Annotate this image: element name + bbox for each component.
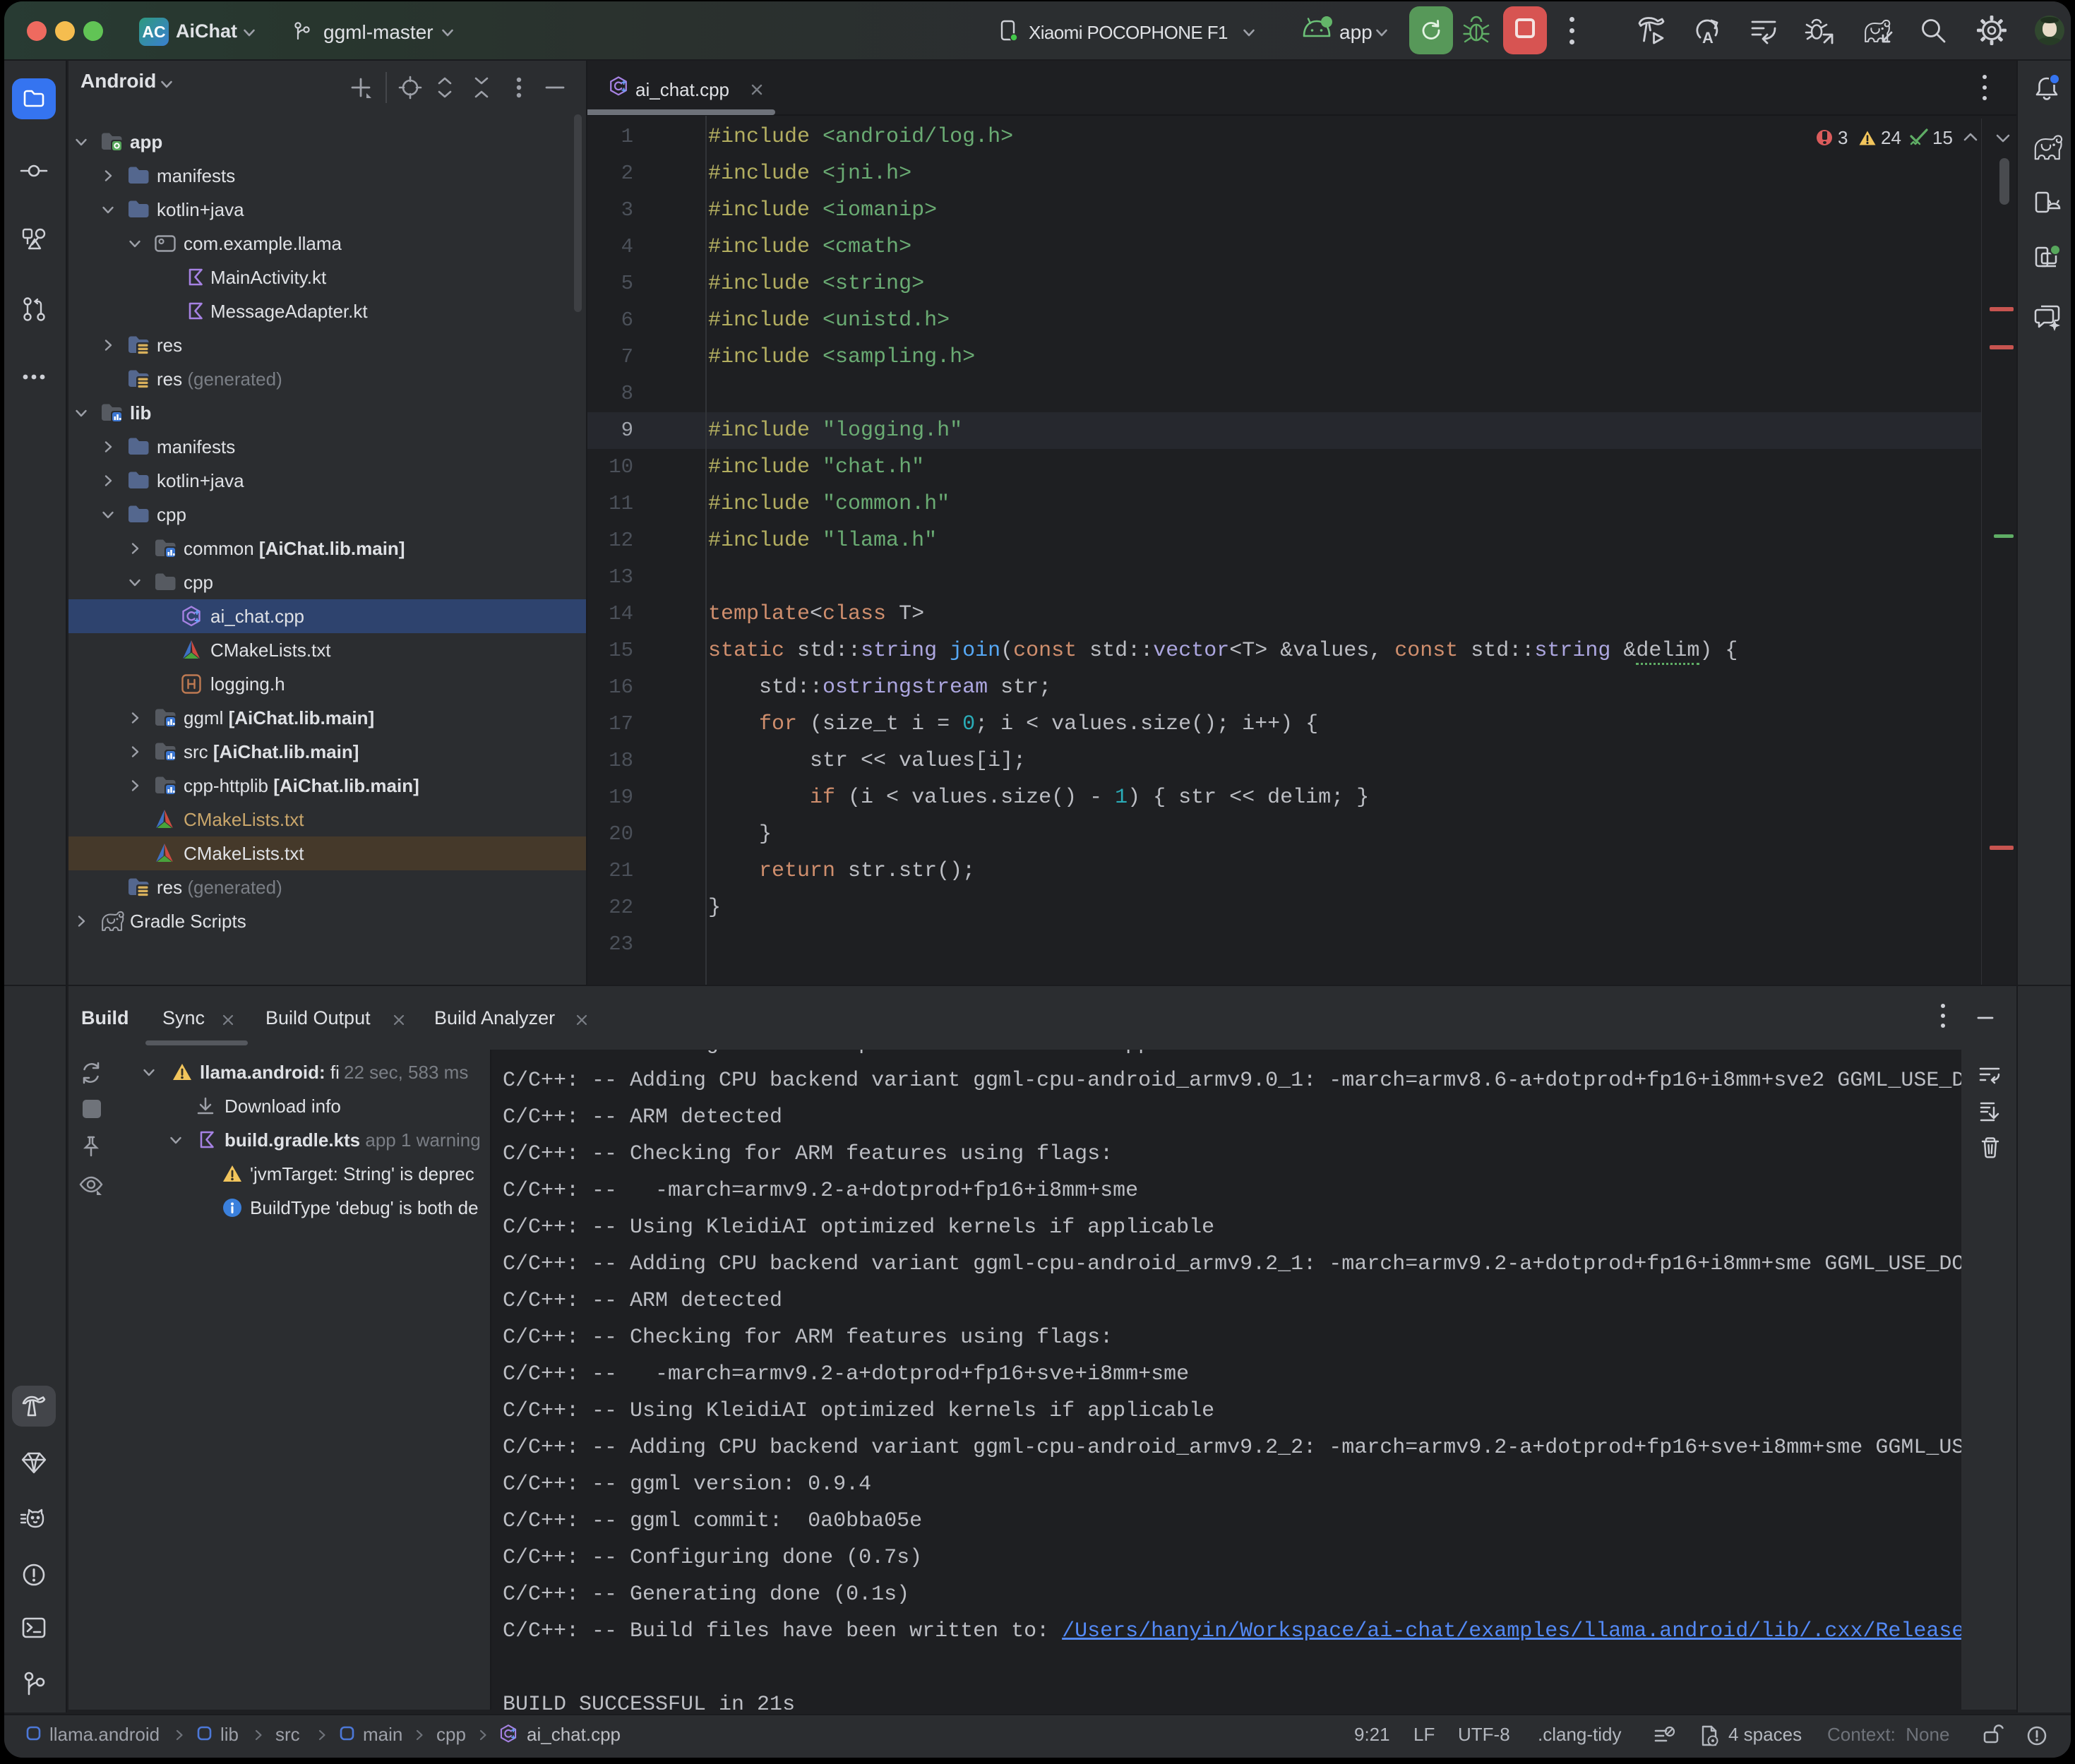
svg-text:A: A: [1702, 29, 1714, 47]
